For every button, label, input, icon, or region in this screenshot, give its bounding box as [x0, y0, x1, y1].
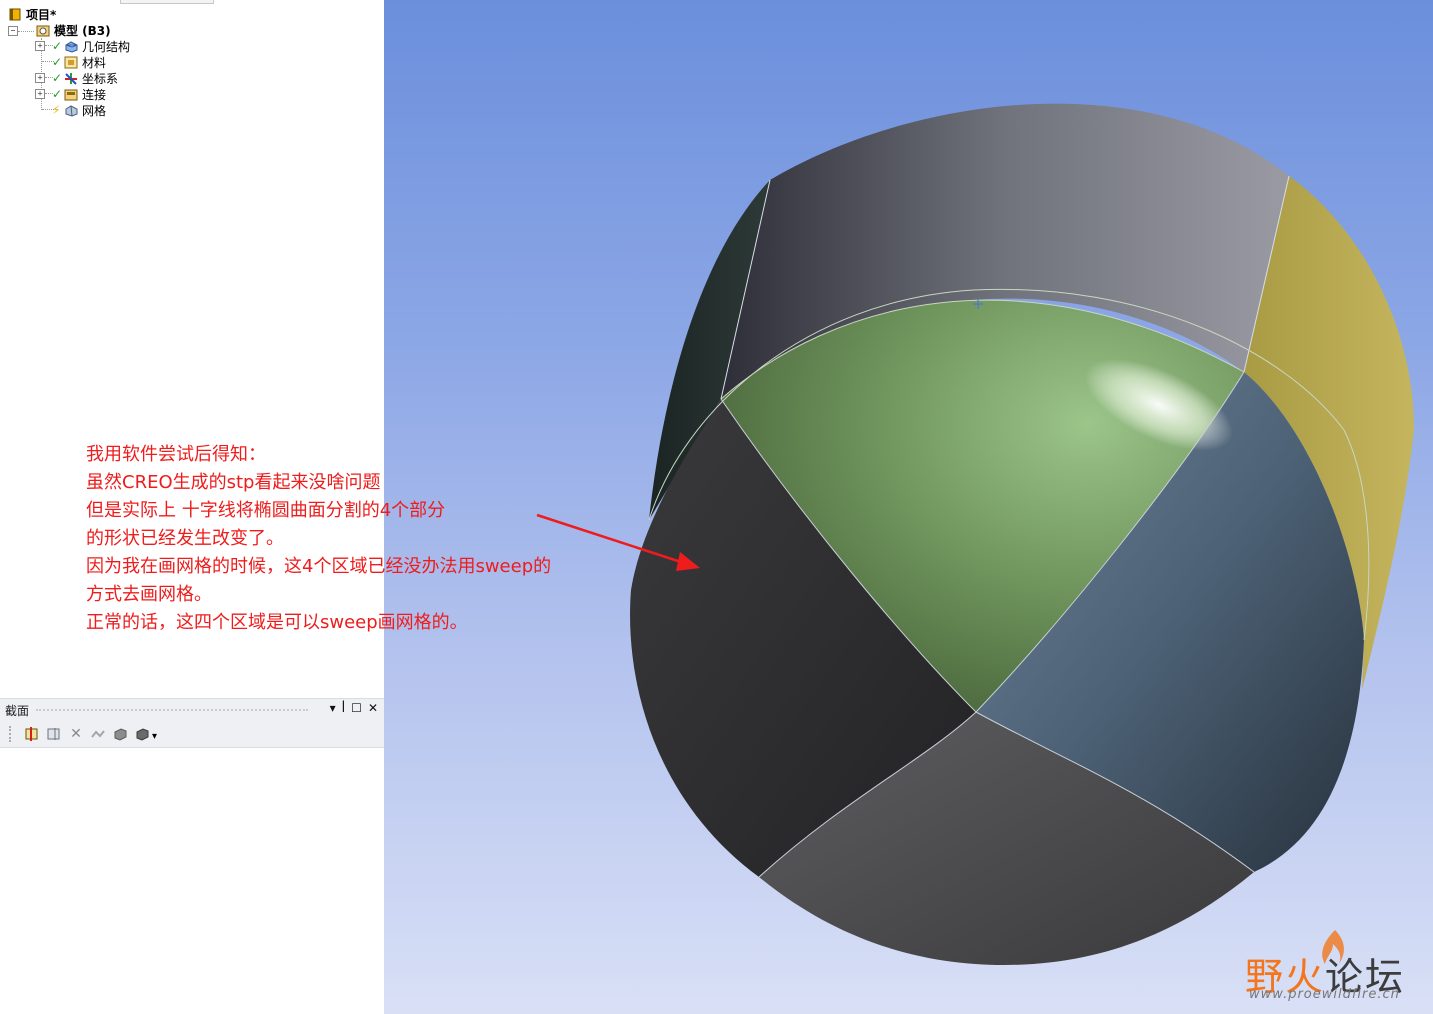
annotation-line: 方式去画网格。	[86, 584, 212, 605]
chevron-down-icon[interactable]: ▾	[330, 701, 336, 715]
annotation-line: 正常的话，这四个区域是可以sweep画网格的。	[86, 612, 468, 633]
section-fill-icon[interactable]	[112, 726, 128, 742]
tree-item-label: 材料	[82, 55, 107, 70]
geometry-icon	[64, 40, 78, 53]
annotation-line: 的形状已经发生改变了。	[86, 528, 284, 549]
project-label: 项目*	[26, 7, 57, 22]
status-check-icon: ✓	[52, 87, 63, 101]
cap-icon[interactable]	[134, 726, 150, 742]
new-section-plane-icon[interactable]	[24, 726, 40, 742]
status-lightning-icon: ⚡	[52, 103, 61, 117]
toolbar-grip[interactable]	[9, 726, 11, 742]
section-panel-header: 截面 ▾ ꟾ ☐ ✕	[0, 698, 384, 721]
tree-item-label: 几何结构	[82, 39, 131, 54]
collapse-toggle-model[interactable]: −	[8, 26, 18, 36]
annotation-line: 我用软件尝试后得知：	[86, 444, 266, 465]
expand-toggle-geometry[interactable]: +	[35, 41, 45, 51]
annotation-line: 因为我在画网格的时候，这4个区域已经没办法用sweep的	[86, 556, 552, 577]
project-book-icon	[8, 8, 22, 21]
status-check-icon: ✓	[52, 71, 63, 85]
mesh-icon	[64, 104, 78, 117]
tab-stub	[120, 0, 214, 4]
display-edges-icon[interactable]	[90, 726, 106, 742]
section-toolbar: ✕ ▾	[0, 721, 384, 748]
drag-handle[interactable]	[36, 709, 308, 711]
annotation-note: 我用软件尝试后得知： 虽然CREO生成的stp看起来没啥问题 但是实际上 十字线…	[86, 441, 646, 637]
tree-node-connections[interactable]: ✓ 连接	[52, 86, 106, 102]
annotation-line: 但是实际上 十字线将椭圆曲面分割的4个部分	[86, 500, 446, 521]
connection-icon	[64, 88, 78, 101]
forum-watermark: 野火论坛 www.proewildfire.cn	[1245, 928, 1425, 1008]
delete-icon[interactable]: ✕	[68, 726, 84, 742]
model-icon	[36, 24, 50, 37]
status-check-icon: ✓	[52, 55, 63, 69]
tree-node-geometry[interactable]: ✓ 几何结构	[52, 38, 130, 54]
tree-item-label: 连接	[82, 87, 107, 102]
tree-item-label: 网格	[82, 103, 107, 118]
close-icon[interactable]: ✕	[368, 701, 378, 715]
maximize-icon[interactable]: ☐	[351, 701, 362, 715]
watermark-url: www.proewildfire.cn	[1249, 987, 1400, 1002]
annotation-line: 虽然CREO生成的stp看起来没啥问题	[86, 472, 381, 493]
expand-toggle-connections[interactable]: +	[35, 89, 45, 99]
coordinate-system-icon	[64, 72, 78, 85]
tree-node-model[interactable]: 模型 (B3)	[36, 22, 111, 38]
tree-node-coordinate-systems[interactable]: ✓ 坐标系	[52, 70, 118, 86]
pin-icon[interactable]: ꟾ	[342, 701, 346, 715]
tree-node-mesh[interactable]: ⚡ 网格	[52, 102, 106, 118]
expand-toggle-coordinate[interactable]: +	[35, 73, 45, 83]
material-icon	[64, 56, 78, 69]
model-label: 模型 (B3)	[54, 23, 111, 38]
section-plane-icon[interactable]	[46, 726, 62, 742]
tree-node-project[interactable]: 项目*	[8, 6, 56, 22]
tree-item-label: 坐标系	[82, 71, 119, 86]
section-panel-title: 截面	[5, 704, 30, 718]
tree-node-material[interactable]: ✓ 材料	[52, 54, 106, 70]
dropdown-arrow-icon[interactable]: ▾	[152, 726, 168, 742]
status-check-icon: ✓	[52, 39, 63, 53]
